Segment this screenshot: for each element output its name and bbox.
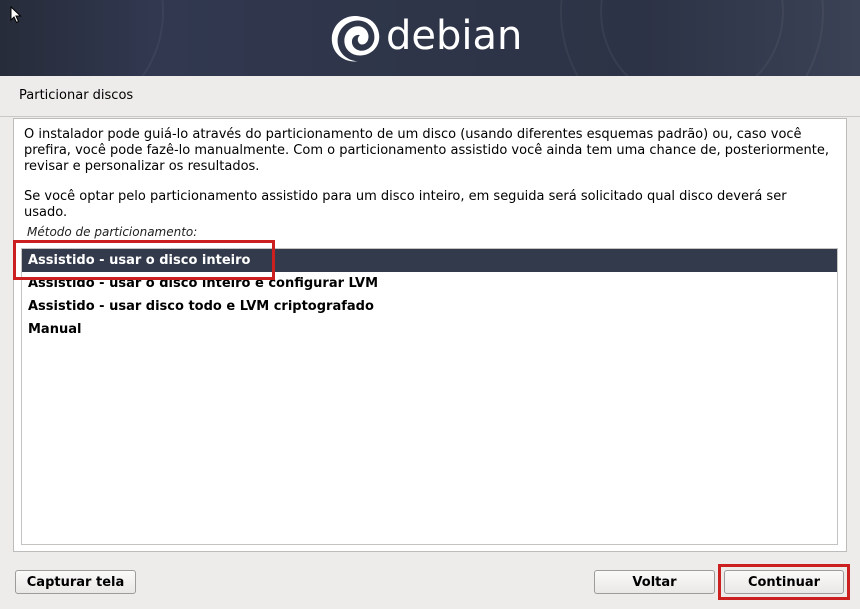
decorative-ring [600, 0, 784, 76]
description-paragraph: Se você optar pelo particionamento assis… [24, 189, 787, 220]
list-item-guided-entire-disk-encrypted-lvm[interactable]: Assistido - usar disco todo e LVM cripto… [22, 295, 837, 318]
debian-logo-text: debian [386, 13, 523, 59]
list-item-guided-entire-disk[interactable]: Assistido - usar o disco inteiro [22, 249, 837, 272]
partition-method-label: Método de particionamento: [27, 225, 198, 239]
description-paragraph: O instalador pode guiá-lo através do par… [24, 127, 830, 174]
debian-logo: debian [326, 6, 522, 70]
list-item-manual[interactable]: Manual [22, 318, 837, 341]
decorative-ring [0, 0, 164, 76]
debian-swirl-icon [331, 15, 380, 62]
list-item-guided-entire-disk-lvm[interactable]: Assistido - usar o disco inteiro e confi… [22, 272, 837, 295]
title-bar: Particionar discos [0, 76, 860, 117]
partition-method-list[interactable]: Assistido - usar o disco inteiro Assisti… [21, 248, 838, 545]
continue-button[interactable]: Continuar [724, 570, 844, 594]
debian-header-banner: debian [0, 0, 860, 76]
content-panel: O instalador pode guiá-lo através do par… [13, 118, 847, 552]
page-title: Particionar discos [19, 88, 134, 103]
back-button[interactable]: Voltar [594, 570, 715, 594]
screenshot-button[interactable]: Capturar tela [15, 570, 136, 594]
mouse-pointer-icon [10, 6, 22, 24]
